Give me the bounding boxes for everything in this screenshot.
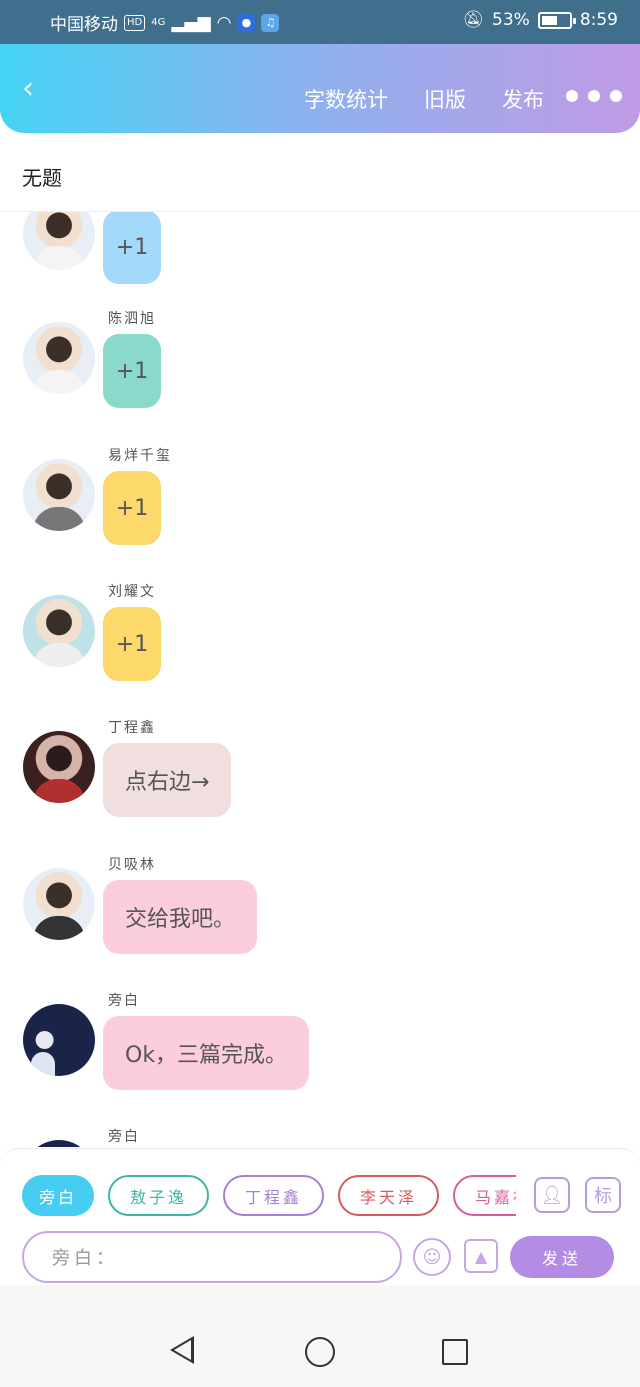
avatar[interactable] — [23, 212, 95, 270]
nav-home-icon[interactable] — [305, 1337, 335, 1367]
back-button[interactable]: ‹ — [22, 74, 44, 104]
image-icon[interactable]: ▲ — [464, 1239, 498, 1273]
sender-name: 贝吸林 — [108, 857, 156, 873]
word-count-button[interactable]: 字数统计 — [304, 84, 388, 114]
app-notify-icon: ● — [237, 13, 256, 32]
sender-name: 陈泗旭 — [108, 311, 156, 327]
more-dot-icon — [610, 90, 622, 102]
carrier-label: 中国移动 — [50, 15, 118, 35]
music-icon: ♫ — [261, 13, 280, 32]
message-bubble[interactable]: +1 — [103, 471, 161, 545]
more-options-button[interactable] — [566, 90, 622, 102]
sender-name: 丁程鑫 — [108, 720, 156, 736]
avatar[interactable] — [23, 1140, 95, 1147]
avatar[interactable] — [23, 1004, 95, 1076]
message-bubble[interactable]: +1 — [103, 334, 161, 408]
message-bubble[interactable]: +1 — [103, 212, 161, 284]
send-button[interactable]: 发送 — [510, 1236, 614, 1278]
contact-card-icon[interactable]: 👤︎ — [534, 1177, 570, 1213]
avatar[interactable] — [23, 459, 95, 531]
more-dot-icon — [588, 90, 600, 102]
role-chip-narrator[interactable]: 旁白 — [22, 1175, 94, 1216]
battery-icon — [537, 11, 576, 29]
role-chip[interactable]: 敖子逸 — [108, 1175, 210, 1216]
sender-name: 刘耀文 — [108, 584, 156, 600]
nav-back-icon[interactable] — [170, 1336, 194, 1364]
chat-message[interactable]: 易烊千玺 +1 — [0, 448, 640, 595]
avatar[interactable] — [23, 595, 95, 667]
battery-percent: 53% — [492, 10, 530, 30]
sender-name: 旁白 — [108, 993, 140, 1009]
chat-message[interactable]: +1 — [0, 212, 640, 334]
message-bubble[interactable]: +1 — [103, 607, 161, 681]
chat-message[interactable]: 刘耀文 +1 — [0, 584, 640, 731]
chat-message[interactable]: 丁程鑫 点右边→ — [0, 720, 640, 867]
wifi-icon: ◠ — [216, 12, 232, 33]
publish-button[interactable]: 发布 — [502, 84, 544, 114]
more-dot-icon — [566, 90, 578, 102]
role-chip-list[interactable]: 旁白 敖子逸 丁程鑫 李天泽 马嘉祺 — [22, 1175, 516, 1217]
avatar[interactable] — [23, 868, 95, 940]
chat-list[interactable]: +1 陈泗旭 +1 易烊千玺 +1 刘耀文 +1 丁程鑫 点右边→ 贝吸林 交给… — [0, 212, 640, 1147]
mute-bell-icon: 🔕︎ — [462, 10, 485, 30]
role-chip[interactable]: 李天泽 — [338, 1175, 440, 1216]
status-bar: 中国移动 HD 4G ▂▄▆ ◠ ● ♫ 🔕︎ 53% 8:59 — [0, 0, 640, 44]
composer: 旁白 敖子逸 丁程鑫 李天泽 马嘉祺 👤︎ 标 旁白： ☺ ▲ 发送 — [0, 1148, 640, 1285]
avatar[interactable] — [23, 731, 95, 803]
message-input[interactable]: 旁白： — [22, 1231, 402, 1283]
chat-message[interactable]: 陈泗旭 +1 — [0, 311, 640, 458]
role-chip[interactable]: 丁程鑫 — [223, 1175, 325, 1216]
tag-button[interactable]: 标 — [585, 1177, 621, 1213]
chat-message[interactable]: 旁白 Ok，三篇完成。 — [0, 993, 640, 1140]
nav-recent-icon[interactable] — [442, 1339, 468, 1365]
emoji-icon[interactable]: ☺ — [413, 1238, 451, 1276]
document-title[interactable]: 无题 — [22, 162, 62, 191]
message-bubble[interactable]: Ok，三篇完成。 — [103, 1016, 310, 1090]
signal-icon: ▂▄▆ — [171, 12, 211, 33]
message-bubble[interactable]: 交给我吧。 — [103, 880, 258, 954]
app-bar: ‹ 字数统计 旧版 发布 — [0, 44, 640, 133]
sender-name: 易烊千玺 — [108, 448, 172, 464]
clock: 8:59 — [579, 10, 618, 30]
chat-message[interactable]: 旁白 — [0, 1129, 640, 1147]
old-version-button[interactable]: 旧版 — [424, 84, 466, 114]
document-title-row[interactable]: 无题 — [0, 140, 640, 212]
message-bubble[interactable]: 点右边→ — [103, 743, 232, 817]
chat-message[interactable]: 贝吸林 交给我吧。 — [0, 857, 640, 1004]
hd-badge: HD — [124, 14, 146, 31]
network-type: 4G — [151, 16, 166, 28]
role-chip[interactable]: 马嘉祺 — [453, 1175, 516, 1216]
sender-name: 旁白 — [108, 1129, 140, 1145]
system-nav-bar — [0, 1285, 640, 1387]
avatar[interactable] — [23, 322, 95, 394]
